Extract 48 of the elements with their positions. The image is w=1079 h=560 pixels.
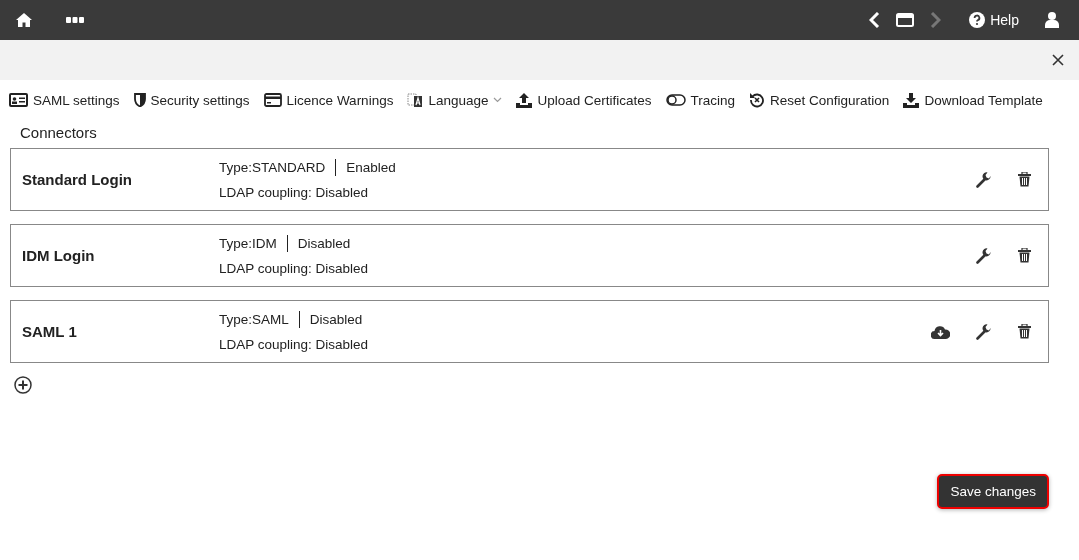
- ldap-status: LDAP coupling: Disabled: [219, 336, 369, 352]
- wrench-icon[interactable]: [976, 171, 992, 188]
- wrench-icon[interactable]: [976, 247, 992, 264]
- more-icon[interactable]: [66, 17, 84, 23]
- help-button[interactable]: Help: [963, 12, 1025, 28]
- shield-icon: [133, 93, 146, 107]
- window-icon[interactable]: [896, 13, 915, 27]
- add-icon[interactable]: [14, 376, 32, 394]
- reset-icon: [749, 92, 766, 108]
- toolbar-button[interactable]: Reset Configuration: [749, 92, 890, 108]
- help-icon: [969, 12, 986, 28]
- trash-icon[interactable]: [1018, 324, 1031, 339]
- connector-name: SAML 1: [21, 323, 78, 340]
- toggle-icon: [665, 94, 686, 106]
- connector-status: Enabled: [346, 159, 396, 175]
- section-title: Connectors: [20, 124, 98, 141]
- toolbar-button[interactable]: Upload Certificates: [516, 92, 652, 108]
- trash-icon[interactable]: [1018, 248, 1031, 263]
- wrench-icon[interactable]: [976, 323, 992, 340]
- close-icon[interactable]: [1052, 54, 1064, 66]
- toolbar-button[interactable]: SAML settings: [9, 92, 120, 108]
- chevron-down-icon: [493, 97, 503, 103]
- connector-status: Disabled: [297, 235, 351, 251]
- connector-status: Disabled: [309, 311, 363, 327]
- toolbar-button[interactable]: Licence Warnings: [263, 92, 394, 108]
- ldap-status: LDAP coupling: Disabled: [219, 184, 370, 200]
- save-button[interactable]: Save changes: [937, 474, 1049, 509]
- forward-icon[interactable]: [930, 12, 942, 28]
- credit-card-icon: [263, 93, 282, 107]
- download-icon: [903, 92, 920, 108]
- id-card-icon: [9, 93, 28, 107]
- ldap-status: LDAP coupling: Disabled: [219, 260, 369, 276]
- back-icon[interactable]: [869, 12, 881, 28]
- home-icon[interactable]: [16, 13, 32, 27]
- connector-type: Type:IDM: [219, 235, 277, 251]
- translate-icon: [407, 92, 424, 108]
- upload-icon: [516, 92, 533, 108]
- trash-icon[interactable]: [1018, 172, 1031, 187]
- toolbar-button[interactable]: Download Template: [903, 92, 1043, 108]
- toolbar-button[interactable]: Language: [407, 92, 503, 108]
- toolbar-button[interactable]: Tracing: [665, 92, 736, 108]
- connector-name: IDM Login: [21, 247, 96, 264]
- connector-name: Standard Login: [21, 171, 133, 188]
- user-icon[interactable]: [1045, 12, 1059, 28]
- connector-type: Type:SAML: [219, 311, 289, 327]
- connector-type: Type:STANDARD: [219, 159, 326, 175]
- toolbar-button[interactable]: Security settings: [133, 92, 250, 108]
- cloud-download-icon[interactable]: [931, 324, 950, 339]
